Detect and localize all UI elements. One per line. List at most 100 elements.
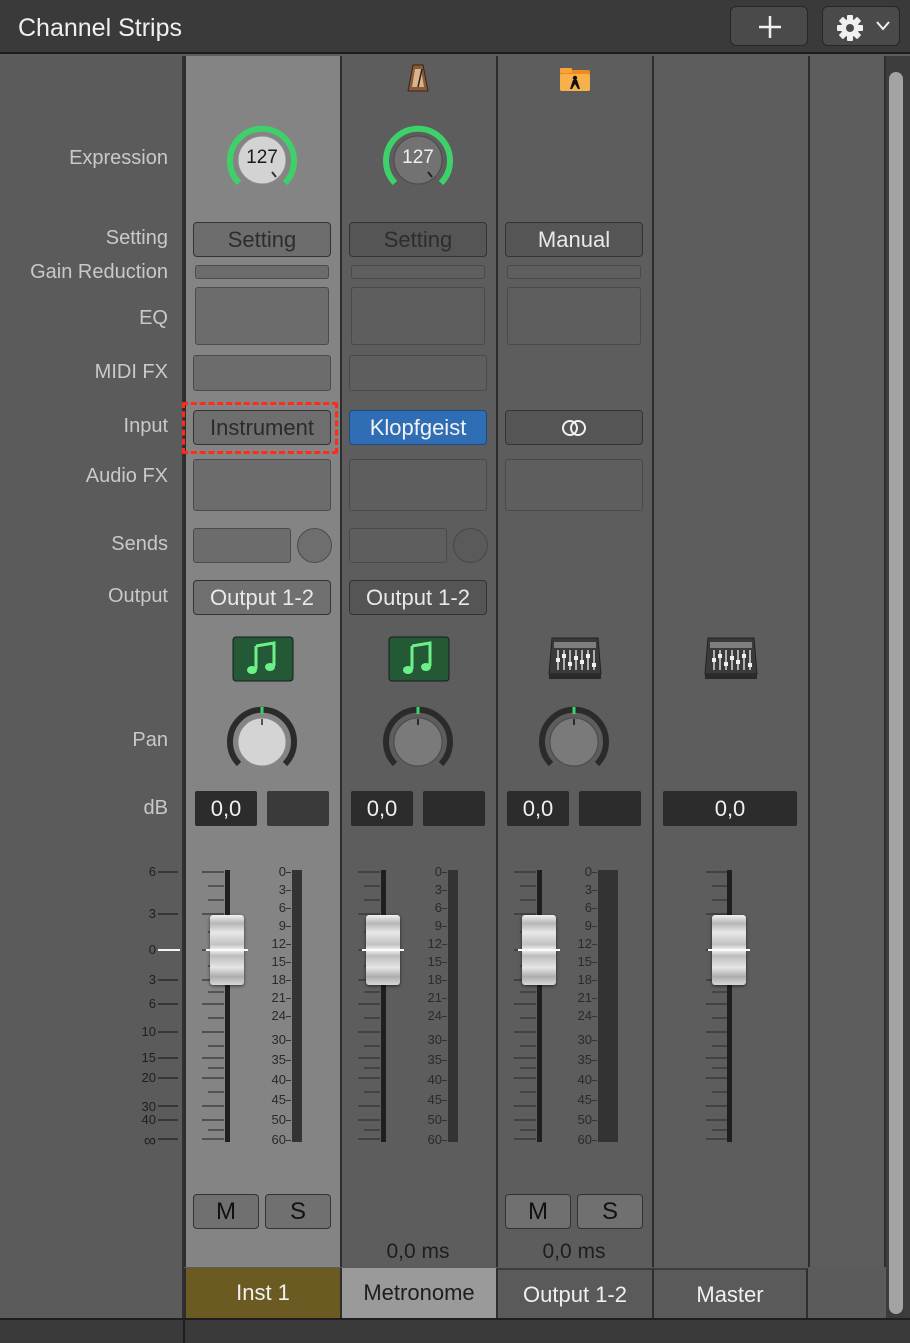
fader-scale-label: 10 [141,1024,156,1039]
meter-scale-tick [592,890,597,891]
scrollbar-thumb[interactable] [889,72,903,1314]
meter-scale-label: 60 [577,1132,592,1147]
fader-scale-label: ∞ [143,1131,156,1150]
volume-db-display[interactable]: 0,0 [507,791,569,826]
stereo-link-icon [562,420,586,436]
meter-scale-label: 50 [577,1112,592,1127]
pan-knob[interactable] [226,705,298,777]
row-label-expression: Expression [69,147,168,169]
music-note-icon [232,636,294,682]
empty-strip-area [808,56,886,1267]
fader-track[interactable] [727,870,732,1142]
strip-name-output[interactable]: Output 1-2 [496,1268,652,1318]
metronome-icon [407,64,429,92]
meter-scale-tick [442,1120,447,1121]
input-plugin-klopfgeist[interactable]: Klopfgeist [349,410,487,445]
meter-scale-label: 18 [427,972,442,987]
meter-scale-label: 6 [584,900,592,915]
level-meter [448,870,458,1142]
meter-scale-tick [592,962,597,963]
send-slot[interactable] [349,528,447,563]
gear-icon [837,15,863,41]
meter-scale-tick [442,872,447,873]
mute-button[interactable]: M [193,1194,259,1229]
audio-fx-slot[interactable] [349,459,487,511]
strip-name-metronome[interactable]: Metronome [340,1268,496,1318]
meter-scale-tick [592,1040,597,1041]
setting-button[interactable]: Manual [505,222,643,257]
meter-scale-tick [592,944,597,945]
audio-fx-slot[interactable] [193,459,331,511]
midi-fx-slot[interactable] [193,355,331,391]
fader-track[interactable] [381,870,386,1142]
meter-scale-tick [592,1100,597,1101]
fader-track[interactable] [225,870,230,1142]
row-label-pan: Pan [132,729,168,751]
meter-scale-tick [286,908,291,909]
audio-fx-slot[interactable] [505,459,643,511]
meter-scale-label: 15 [577,954,592,969]
fader-track[interactable] [537,870,542,1142]
meter-scale-label: 40 [577,1072,592,1087]
eq-display[interactable] [195,287,329,345]
eq-display[interactable] [351,287,485,345]
meter-scale-label: 60 [427,1132,442,1147]
meter-scale-tick [442,944,447,945]
meter-scale-label: 0 [278,864,286,879]
setting-button[interactable]: Setting [193,222,331,257]
volume-fader-handle[interactable] [206,915,248,985]
output-button[interactable]: Output 1-2 [349,580,487,615]
row-label-gain-reduction: Gain Reduction [30,261,168,283]
gain-reduction-meter [351,265,485,279]
meter-scale-tick [442,1100,447,1101]
strip-name-inst-1[interactable]: Inst 1 [184,1268,340,1318]
meter-scale-tick [286,1120,291,1121]
row-label-db: dB [143,797,168,819]
send-level-knob[interactable] [297,528,332,563]
meter-scale-label: 24 [271,1008,286,1023]
fader-scale-label: 15 [141,1050,156,1065]
meter-scale-tick [286,890,291,891]
meter-scale-label: 30 [271,1032,286,1047]
meter-scale-tick [286,962,291,963]
meter-scale-tick [592,872,597,873]
output-button[interactable]: Output 1-2 [193,580,331,615]
fader-tick-marks [358,871,380,1140]
meter-scale-label: 3 [434,882,442,897]
setting-button[interactable]: Setting [349,222,487,257]
meter-scale-tick [286,1016,291,1017]
mute-button[interactable]: M [505,1194,571,1229]
settings-menu-button[interactable] [822,6,900,46]
volume-fader-handle[interactable] [708,915,750,985]
volume-fader-handle[interactable] [518,915,560,985]
meter-scale-tick [442,1040,447,1041]
midi-fx-slot[interactable] [349,355,487,391]
solo-button[interactable]: S [265,1194,331,1229]
send-slot[interactable] [193,528,291,563]
pan-knob[interactable] [382,705,454,777]
highlight-outline [182,402,338,454]
volume-db-display[interactable]: 0,0 [663,791,797,826]
input-format-button[interactable] [505,410,643,445]
meter-scale-label: 21 [271,990,286,1005]
meter-scale-tick [442,962,447,963]
peak-level-display[interactable] [267,791,329,826]
peak-level-display[interactable] [423,791,485,826]
add-button[interactable] [730,6,808,46]
meter-scale-tick [592,1060,597,1061]
pan-knob[interactable] [538,705,610,777]
volume-db-display[interactable]: 0,0 [195,791,257,826]
volume-fader-handle[interactable] [362,915,404,985]
expression-value: 127 [402,147,434,168]
send-level-knob[interactable] [453,528,488,563]
strip-name-master[interactable]: Master [652,1268,808,1318]
meter-scale-tick [286,1100,291,1101]
solo-button[interactable]: S [577,1194,643,1229]
volume-db-display[interactable]: 0,0 [351,791,413,826]
meter-scale-tick [442,998,447,999]
eq-display[interactable] [507,287,641,345]
peak-level-display[interactable] [579,791,641,826]
meter-scale-tick [286,998,291,999]
level-meter [598,870,618,1142]
row-label-sends: Sends [111,533,168,555]
